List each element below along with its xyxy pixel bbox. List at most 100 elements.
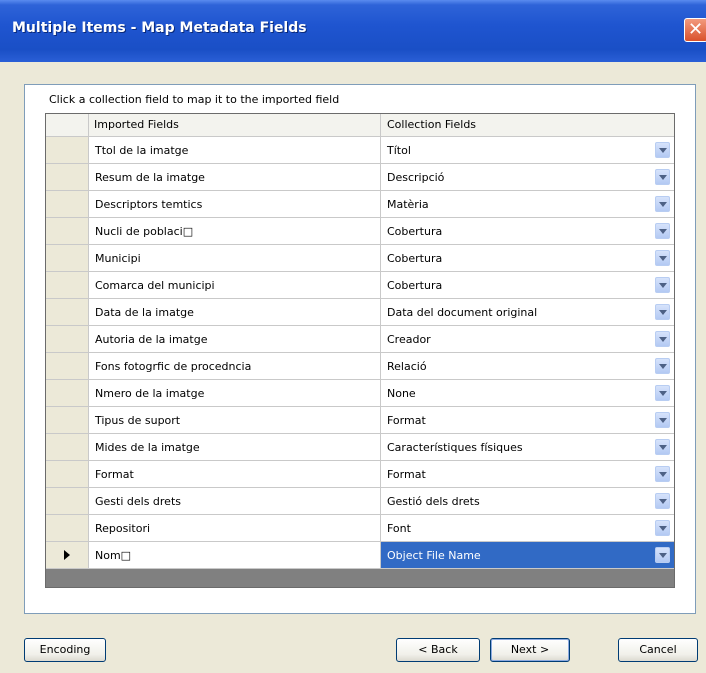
chevron-down-icon[interactable]	[655, 520, 670, 536]
imported-field-cell: Resum de la imatge	[89, 164, 381, 191]
imported-field-label: Data de la imatge	[95, 306, 194, 319]
chevron-down-icon[interactable]	[655, 304, 670, 320]
row-selector[interactable]	[46, 515, 89, 542]
collection-field-value: Cobertura	[387, 279, 443, 292]
grid-header-corner	[46, 114, 89, 136]
chevron-down-icon[interactable]	[655, 547, 670, 563]
row-selector[interactable]	[46, 542, 89, 569]
chevron-down-icon[interactable]	[655, 277, 670, 293]
collection-field-value: Descripció	[387, 171, 445, 184]
mapping-panel: Click a collection field to map it to th…	[24, 84, 696, 614]
collection-field-dropdown[interactable]: Cobertura	[381, 218, 674, 245]
table-row[interactable]: Resum de la imatge Descripció	[46, 164, 674, 191]
imported-field-cell: Nmero de la imatge	[89, 380, 381, 407]
table-row[interactable]: Descriptors temtics Matèria	[46, 191, 674, 218]
table-row[interactable]: Municipi Cobertura	[46, 245, 674, 272]
imported-field-label: Nom□	[95, 549, 132, 562]
table-row[interactable]: Mides de la imatge Característiques físiq…	[46, 434, 674, 461]
imported-field-label: Gesti dels drets	[95, 495, 181, 508]
table-row[interactable]: Repositori Font	[46, 515, 674, 542]
table-row[interactable]: Comarca del municipi Cobertura	[46, 272, 674, 299]
collection-field-value: Cobertura	[387, 252, 443, 265]
imported-field-cell: Nom□	[89, 542, 381, 569]
chevron-down-icon[interactable]	[655, 493, 670, 509]
imported-field-cell: Comarca del municipi	[89, 272, 381, 299]
table-row[interactable]: Nucli de poblaci□ Cobertura	[46, 218, 674, 245]
row-selector[interactable]	[46, 137, 89, 164]
imported-field-cell: Mides de la imatge	[89, 434, 381, 461]
table-row[interactable]: Gesti dels drets Gestió dels drets	[46, 488, 674, 515]
collection-field-dropdown[interactable]: Format	[381, 461, 674, 488]
collection-field-dropdown[interactable]: Object File Name	[381, 542, 674, 569]
table-row[interactable]: Ttol de la imatge Títol	[46, 137, 674, 164]
row-selector[interactable]	[46, 272, 89, 299]
collection-field-dropdown[interactable]: Descripció	[381, 164, 674, 191]
collection-field-dropdown[interactable]: Creador	[381, 326, 674, 353]
row-selector[interactable]	[46, 191, 89, 218]
row-selector[interactable]	[46, 353, 89, 380]
imported-field-label: Mides de la imatge	[95, 441, 200, 454]
chevron-down-icon[interactable]	[655, 223, 670, 239]
collection-field-dropdown[interactable]: Característiques físiques	[381, 434, 674, 461]
row-selector[interactable]	[46, 164, 89, 191]
table-row[interactable]: Nmero de la imatge None	[46, 380, 674, 407]
row-selector[interactable]	[46, 245, 89, 272]
imported-field-cell: Format	[89, 461, 381, 488]
chevron-down-icon[interactable]	[655, 466, 670, 482]
collection-field-dropdown[interactable]: None	[381, 380, 674, 407]
imported-field-label: Municipi	[95, 252, 141, 265]
close-button[interactable]: ✕	[684, 18, 706, 42]
table-row[interactable]: Format Format	[46, 461, 674, 488]
collection-field-dropdown[interactable]: Matèria	[381, 191, 674, 218]
chevron-down-icon[interactable]	[655, 250, 670, 266]
collection-field-dropdown[interactable]: Data del document original	[381, 299, 674, 326]
row-selector[interactable]	[46, 407, 89, 434]
collection-field-dropdown[interactable]: Títol	[381, 137, 674, 164]
collection-field-dropdown[interactable]: Format	[381, 407, 674, 434]
table-row[interactable]: Tipus de suport Format	[46, 407, 674, 434]
row-selector[interactable]	[46, 488, 89, 515]
row-selector[interactable]	[46, 326, 89, 353]
collection-field-value: Relació	[387, 360, 427, 373]
collection-field-dropdown[interactable]: Gestió dels drets	[381, 488, 674, 515]
chevron-down-icon[interactable]	[655, 169, 670, 185]
collection-field-value: Característiques físiques	[387, 441, 523, 454]
imported-field-cell: Ttol de la imatge	[89, 137, 381, 164]
back-button[interactable]: < Back	[396, 638, 480, 662]
collection-field-dropdown[interactable]: Cobertura	[381, 245, 674, 272]
collection-field-dropdown[interactable]: Cobertura	[381, 272, 674, 299]
chevron-down-icon[interactable]	[655, 196, 670, 212]
collection-field-dropdown[interactable]: Font	[381, 515, 674, 542]
collection-fields-header[interactable]: Collection Fields	[381, 114, 674, 136]
chevron-down-icon[interactable]	[655, 358, 670, 374]
current-row-icon	[64, 550, 70, 560]
chevron-down-icon[interactable]	[655, 331, 670, 347]
cancel-button[interactable]: Cancel	[618, 638, 698, 662]
table-row[interactable]: Autoria de la imatge Creador	[46, 326, 674, 353]
row-selector[interactable]	[46, 380, 89, 407]
grid-header: Imported Fields Collection Fields	[46, 114, 674, 137]
table-row[interactable]: Data de la imatge Data del document origi…	[46, 299, 674, 326]
chevron-down-icon[interactable]	[655, 412, 670, 428]
table-row[interactable]: Fons fotogrfic de procedncia Relació	[46, 353, 674, 380]
row-selector[interactable]	[46, 461, 89, 488]
imported-field-label: Tipus de suport	[95, 414, 181, 427]
collection-field-dropdown[interactable]: Relació	[381, 353, 674, 380]
collection-field-value: Matèria	[387, 198, 429, 211]
row-selector[interactable]	[46, 218, 89, 245]
close-icon: ✕	[688, 19, 704, 40]
imported-field-label: Nmero de la imatge	[95, 387, 205, 400]
imported-field-cell: Descriptors temtics	[89, 191, 381, 218]
next-button[interactable]: Next >	[490, 638, 570, 662]
chevron-down-icon[interactable]	[655, 385, 670, 401]
chevron-down-icon[interactable]	[655, 439, 670, 455]
imported-field-cell: Tipus de suport	[89, 407, 381, 434]
collection-field-value: Gestió dels drets	[387, 495, 480, 508]
row-selector[interactable]	[46, 434, 89, 461]
imported-field-label: Autoria de la imatge	[95, 333, 208, 346]
row-selector[interactable]	[46, 299, 89, 326]
imported-fields-header[interactable]: Imported Fields	[88, 114, 381, 136]
encoding-button[interactable]: Encoding	[24, 638, 106, 662]
table-row[interactable]: Nom□ Object File Name	[46, 542, 674, 569]
chevron-down-icon[interactable]	[655, 142, 670, 158]
